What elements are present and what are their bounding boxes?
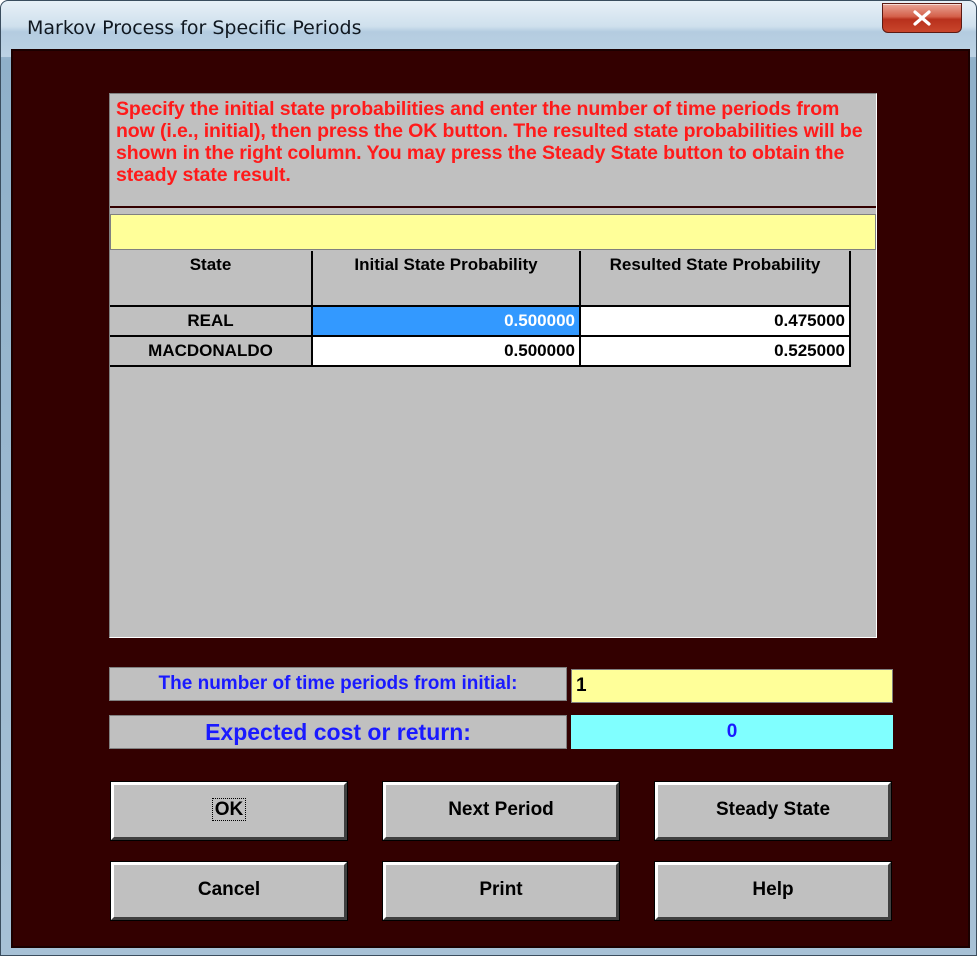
close-button[interactable] [882,3,962,33]
expected-label: Expected cost or return: [109,715,567,749]
next-period-button[interactable]: Next Period [383,782,619,840]
window-title: Markov Process for Specific Periods [27,17,362,39]
periods-label: The number of time periods from initial: [109,667,567,701]
help-button[interactable]: Help [655,862,891,920]
resulted-probability-cell[interactable]: 0.475000 [580,306,851,337]
close-icon [913,10,931,26]
cancel-button[interactable]: Cancel [111,862,347,920]
state-name-cell: MACDONALDO [110,336,313,367]
column-header-initial-probability: Initial State Probability [312,251,581,307]
initial-probability-cell[interactable]: 0.500000 [312,306,581,337]
column-header-resulted-probability: Resulted State Probability [580,251,851,307]
periods-input[interactable]: 1 [571,669,893,703]
resulted-probability-cell[interactable]: 0.525000 [580,336,851,367]
table-row: REAL 0.500000 0.475000 [110,306,851,337]
probability-grid: State Initial State Probability Resulted… [110,251,851,367]
content-panel: Specify the initial state probabilities … [109,93,877,638]
print-button[interactable]: Print [383,862,619,920]
steady-state-button[interactable]: Steady State [655,782,891,840]
state-name-cell: REAL [110,306,313,337]
dialog-window: Markov Process for Specific Periods Spec… [0,0,977,956]
ok-button[interactable]: OK [111,782,347,840]
column-header-state: State [110,251,313,307]
instructions-text: Specify the initial state probabilities … [110,94,876,208]
cell-edit-bar[interactable] [110,214,876,250]
table-row: MACDONALDO 0.500000 0.525000 [110,336,851,367]
ok-button-label: OK [211,798,247,821]
expected-value: 0 [571,715,893,749]
client-area: Specify the initial state probabilities … [11,49,970,948]
initial-probability-cell[interactable]: 0.500000 [312,336,581,367]
